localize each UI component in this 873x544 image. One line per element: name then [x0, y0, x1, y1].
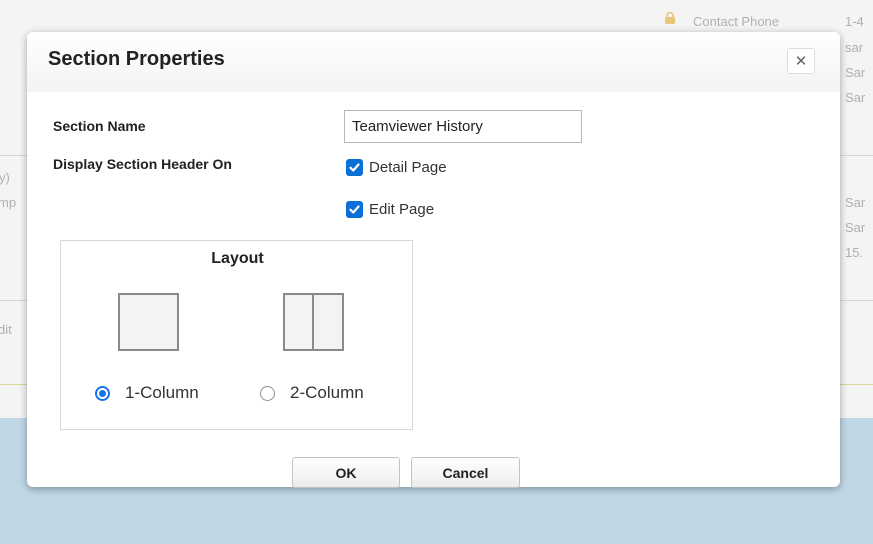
- background-text-fragment: y): [0, 170, 10, 185]
- background-text-fragment: Sar: [845, 90, 866, 105]
- edit-page-label: Edit Page: [369, 201, 435, 218]
- layout-1-column-radio[interactable]: 1-Column: [95, 383, 199, 403]
- single-column-icon[interactable]: [118, 293, 179, 351]
- background-text-fragment: 15.: [845, 245, 864, 260]
- background-text-fragment: 1-4: [845, 14, 864, 29]
- edit-page-checkbox[interactable]: Edit Page: [346, 201, 434, 218]
- background-text-fragment: Sar: [845, 195, 866, 210]
- layout-title: Layout: [211, 250, 264, 267]
- section-properties-dialog: Section Properties ✕ Section Name Displa…: [27, 32, 840, 488]
- layout-2-column-radio[interactable]: 2-Column: [260, 383, 364, 403]
- layout-2-column-label: 2-Column: [290, 383, 364, 402]
- background-text-fragment: dit: [0, 322, 12, 337]
- background-text-fragment: sar: [845, 40, 864, 55]
- display-header-label: Display Section Header On: [53, 156, 232, 172]
- checkbox-checked-icon: [346, 201, 363, 218]
- checkbox-checked-icon: [346, 159, 363, 176]
- layout-1-column-label: 1-Column: [125, 383, 199, 402]
- section-name-label: Section Name: [53, 118, 146, 134]
- close-button[interactable]: ✕: [787, 48, 815, 74]
- close-icon: ✕: [794, 53, 808, 70]
- radio-selected-icon: [95, 385, 110, 401]
- lock-icon: [665, 12, 675, 24]
- dialog-header: Section Properties ✕: [27, 32, 840, 92]
- ok-button[interactable]: OK: [292, 457, 400, 488]
- background-contact-phone-label: Contact Phone: [693, 14, 780, 29]
- section-name-input[interactable]: [344, 110, 582, 143]
- radio-unselected-icon: [260, 385, 275, 401]
- background-text-fragment: Sar: [845, 65, 866, 80]
- layout-panel: Layout 1-Column 2-Column: [60, 240, 413, 430]
- cancel-button[interactable]: Cancel: [411, 457, 520, 488]
- detail-page-checkbox[interactable]: Detail Page: [346, 159, 447, 176]
- dialog-title: Section Properties: [48, 48, 225, 70]
- background-text-fragment: mp: [0, 195, 17, 210]
- two-column-icon[interactable]: [283, 293, 344, 351]
- detail-page-label: Detail Page: [369, 159, 447, 176]
- background-text-fragment: Sar: [845, 220, 866, 235]
